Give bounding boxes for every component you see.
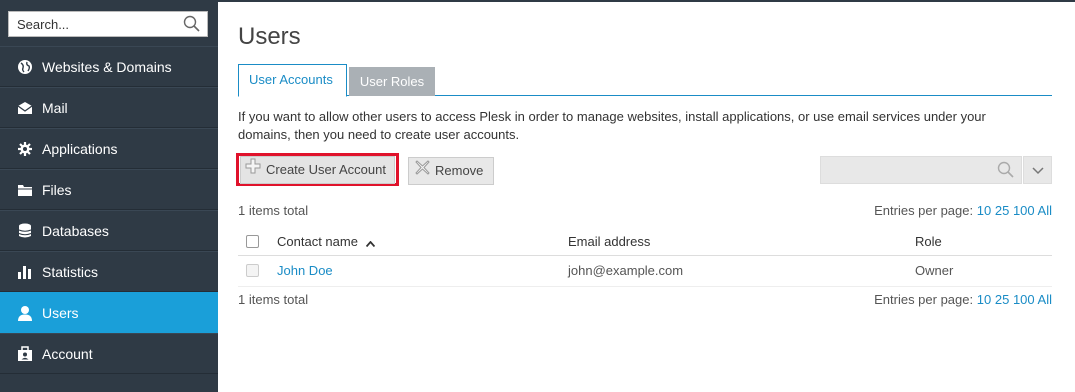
- sidebar-item-label: Applications: [42, 140, 118, 157]
- entries-option-10[interactable]: 10: [977, 292, 991, 307]
- list-search: [820, 156, 1022, 184]
- entries-per-page-bottom: Entries per page: 10 25 100 All: [874, 292, 1052, 307]
- entries-option-all[interactable]: All: [1038, 292, 1052, 307]
- search-input[interactable]: [9, 12, 179, 36]
- tab-user-accounts[interactable]: User Accounts: [238, 64, 347, 97]
- contact-name-link[interactable]: John Doe: [277, 257, 333, 285]
- list-search-input[interactable]: [821, 157, 991, 183]
- search-icon[interactable]: [183, 15, 201, 33]
- create-user-account-label: Create User Account: [266, 162, 386, 177]
- column-header-email: Email address: [568, 234, 651, 249]
- sidebar-search: [8, 11, 208, 37]
- sidebar-nav: Websites & Domains Mail Applications Fil…: [0, 46, 218, 374]
- column-header-role: Role: [915, 234, 942, 249]
- sidebar-item-label: Users: [42, 304, 79, 321]
- sidebar-item-websites-domains[interactable]: Websites & Domains: [0, 46, 218, 87]
- sort-ascending-icon: [365, 229, 375, 257]
- column-header-contact-name[interactable]: Contact name: [277, 228, 375, 256]
- create-user-account-button[interactable]: Create User Account: [240, 156, 395, 184]
- tab-user-roles[interactable]: User Roles: [349, 67, 435, 96]
- sidebar-item-users[interactable]: Users: [0, 292, 218, 333]
- sidebar-item-databases[interactable]: Databases: [0, 210, 218, 251]
- items-total-top: 1 items total: [238, 203, 309, 218]
- bar-chart-icon: [0, 264, 42, 280]
- account-icon: [0, 345, 42, 362]
- entries-option-100[interactable]: 100: [1013, 292, 1035, 307]
- select-all-checkbox[interactable]: [246, 235, 259, 248]
- database-icon: [0, 223, 42, 239]
- remove-icon: [415, 158, 430, 184]
- sidebar-item-label: Databases: [42, 222, 109, 239]
- entries-label: Entries per page:: [874, 203, 974, 218]
- row-checkbox[interactable]: [246, 264, 259, 277]
- main-content: Users User Accounts User Roles If you wa…: [218, 0, 1075, 392]
- entries-per-page-top: Entries per page: 10 25 100 All: [874, 203, 1052, 218]
- email-cell: john@example.com: [568, 263, 684, 278]
- role-cell: Owner: [915, 263, 954, 278]
- entries-option-all[interactable]: All: [1038, 203, 1052, 218]
- chevron-down-icon: [1031, 163, 1044, 178]
- entries-option-100[interactable]: 100: [1013, 203, 1035, 218]
- sidebar-item-applications[interactable]: Applications: [0, 128, 218, 169]
- globe-icon: [0, 59, 42, 75]
- entries-option-25[interactable]: 25: [995, 292, 1009, 307]
- sidebar-item-label: Websites & Domains: [42, 58, 172, 75]
- table-header: Contact name Email address Role: [238, 228, 1052, 256]
- page-description: If you want to allow other users to acce…: [238, 109, 986, 142]
- remove-label: Remove: [435, 163, 484, 178]
- column-label: Contact name: [277, 234, 358, 249]
- entries-option-25[interactable]: 25: [995, 203, 1009, 218]
- remove-button[interactable]: Remove: [408, 157, 494, 185]
- sidebar-item-label: Account: [42, 345, 93, 362]
- sidebar-item-label: Statistics: [42, 263, 99, 280]
- user-icon: [0, 305, 42, 321]
- sidebar-item-label: Files: [42, 181, 72, 198]
- entries-option-10[interactable]: 10: [977, 203, 991, 218]
- table-row: John Doe john@example.com Owner: [238, 257, 1052, 287]
- sidebar-item-statistics[interactable]: Statistics: [0, 251, 218, 292]
- search-icon[interactable]: [997, 161, 1015, 182]
- sidebar-item-files[interactable]: Files: [0, 169, 218, 210]
- gear-icon: [0, 141, 42, 157]
- plus-icon: [245, 157, 261, 183]
- filter-toggle-button[interactable]: [1023, 156, 1052, 184]
- entries-label: Entries per page:: [874, 292, 974, 307]
- items-total-bottom: 1 items total: [238, 292, 309, 307]
- sidebar-item-label: Mail: [42, 99, 68, 116]
- mail-icon: [0, 101, 42, 115]
- folder-icon: [0, 183, 42, 197]
- sidebar-item-account[interactable]: Account: [0, 333, 218, 374]
- sidebar-item-mail[interactable]: Mail: [0, 87, 218, 128]
- page-title: Users: [238, 23, 301, 50]
- tab-bar: User Accounts User Roles: [238, 64, 1052, 97]
- sidebar: Websites & Domains Mail Applications Fil…: [0, 0, 218, 392]
